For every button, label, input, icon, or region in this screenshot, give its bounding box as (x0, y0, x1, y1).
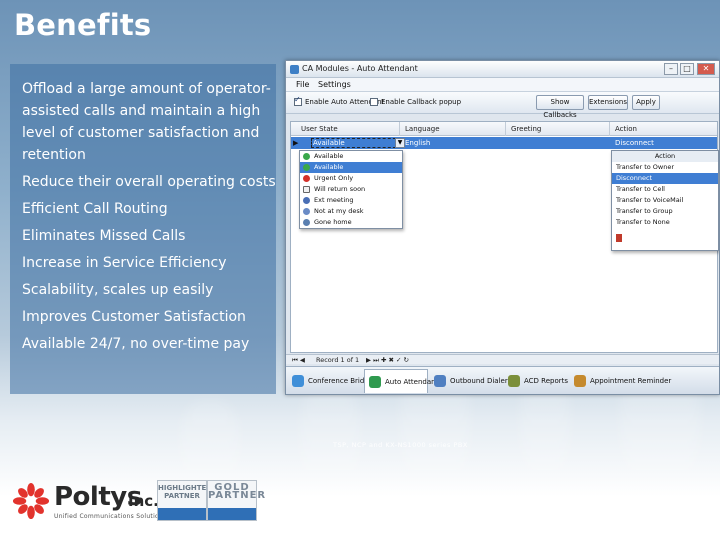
window-titlebar: CA Modules - Auto Attendant – □ ✕ (286, 61, 719, 78)
tab-label: Outbound Dialer (450, 377, 508, 385)
bullet-item: Reduce their overall operating costs (22, 174, 276, 190)
window-title: CA Modules - Auto Attendant (302, 64, 418, 73)
dropdown-item[interactable]: Gone home (300, 217, 402, 228)
conference-icon (292, 375, 304, 387)
column-header[interactable]: User State (301, 125, 338, 133)
available-icon (303, 153, 310, 160)
record-count: Record 1 of 1 (316, 356, 360, 364)
dropdown-item[interactable]: Not at my desk (300, 206, 402, 217)
tab-label: ACD Reports (524, 377, 569, 385)
dropdown-item[interactable]: Available (300, 162, 402, 173)
poltys-logo: Poltys Inc. Unified Communications Solut… (10, 480, 166, 524)
maximize-button[interactable]: □ (680, 63, 694, 75)
desk-icon (303, 208, 310, 215)
item-label: Available (314, 163, 344, 171)
badge-label: GOLD PARTNER (208, 482, 267, 501)
menu-settings[interactable]: Settings (318, 80, 351, 89)
bullet-item: Scalability, scales up easily (22, 282, 214, 298)
tab-label: Appointment Reminder (590, 377, 672, 385)
dropdown-item[interactable]: Transfer to VoiceMail (612, 195, 718, 206)
item-label: Urgent Only (314, 174, 354, 182)
bullet-item: Available 24/7, no over-time pay (22, 336, 250, 352)
badge-strip (208, 508, 256, 520)
delete-icon[interactable] (616, 234, 622, 242)
gold-partner-badge: GOLD PARTNER (207, 480, 267, 521)
toolbar: Enable Auto Attendant Enable Callback po… (286, 92, 719, 119)
flower-logo-icon (12, 482, 50, 520)
urgent-icon (303, 175, 310, 182)
row-action: Disconnect (615, 139, 654, 147)
minimize-button[interactable]: – (664, 63, 678, 75)
app-window: CA Modules - Auto Attendant – □ ✕ File S… (285, 60, 720, 395)
chevron-down-icon[interactable]: ▼ (395, 138, 405, 148)
apply-button[interactable]: Apply (632, 95, 660, 110)
dropdown-header: Action (612, 151, 718, 162)
show-callbacks-button[interactable]: Show Callbacks (536, 95, 584, 119)
close-button[interactable]: ✕ (697, 63, 715, 75)
bullet-item: Eliminates Missed Calls (22, 228, 186, 244)
enable-callback-checkbox[interactable] (370, 98, 378, 106)
dialer-icon (434, 375, 446, 387)
meeting-icon (303, 197, 310, 204)
enable-callback-label: Enable Callback popup (381, 98, 462, 106)
nav-next-icon[interactable]: ▶ ⏭ ✚ ✖ ✓ ↻ (366, 356, 409, 365)
bullet-item: Increase in Service Efficiency (22, 255, 227, 271)
badge-strip (158, 508, 206, 520)
states-grid: User State Language Greeting Action Avai… (290, 121, 719, 353)
tab-conference-bridge[interactable]: Conference Bridge (288, 369, 373, 393)
tab-auto-attendant[interactable]: Auto Attendant (364, 369, 438, 393)
dropdown-item[interactable]: Transfer to Group (612, 206, 718, 217)
phone-icon (369, 376, 381, 388)
state-combobox[interactable] (311, 138, 401, 148)
dropdown-item[interactable]: Transfer to Cell (612, 184, 718, 195)
dropdown-item[interactable]: Disconnect (612, 173, 718, 184)
grid-header: User State Language Greeting Action (291, 122, 717, 136)
badge-label: HIGHLIGHTED PARTNER (158, 484, 213, 500)
dropdown-item[interactable]: Urgent Only (300, 173, 402, 184)
item-label: Ext meeting (314, 196, 354, 204)
report-icon (508, 375, 520, 387)
tab-appointment-reminder[interactable]: Appointment Reminder (570, 369, 719, 393)
highlighted-partner-badge: HIGHLIGHTED PARTNER (157, 480, 213, 521)
record-navigator: ⏮ ◀ Record 1 of 1 ▶ ⏭ ✚ ✖ ✓ ↻ (286, 354, 719, 364)
item-label: Not at my desk (314, 207, 364, 215)
dropdown-item[interactable]: Ext meeting (300, 195, 402, 206)
bullet-item: Improves Customer Satisfaction (22, 309, 246, 325)
item-label: Available (314, 152, 344, 160)
clock-icon (303, 186, 310, 193)
module-tabs: Conference Bridge Auto Attendant Outboun… (286, 366, 719, 394)
slide-title: Benefits (14, 8, 152, 42)
column-header[interactable]: Greeting (511, 125, 541, 133)
column-header[interactable]: Action (615, 125, 637, 133)
tab-acd-reports[interactable]: ACD Reports (504, 369, 568, 393)
dropdown-item[interactable]: Will return soon (300, 184, 402, 195)
app-icon (290, 65, 299, 74)
menu-file[interactable]: File (296, 80, 309, 89)
bullet-list: Offload a large amount of operator-assis… (22, 78, 278, 360)
item-label: Gone home (314, 218, 352, 226)
nav-first-icon[interactable]: ⏮ ◀ (292, 356, 305, 365)
menu-bar: File Settings (286, 78, 719, 92)
extensions-button[interactable]: Extensions (588, 95, 628, 110)
state-dropdown: Available Available Urgent Only Will ret… (299, 150, 403, 229)
company-suffix: Inc. (128, 492, 159, 510)
item-label: Will return soon (314, 185, 366, 193)
action-dropdown: Action Transfer to Owner Disconnect Tran… (611, 150, 719, 251)
row-language: English (405, 139, 431, 147)
tab-outbound-dialer[interactable]: Outbound Dialer (430, 369, 508, 393)
dropdown-item[interactable]: Transfer to Owner (612, 162, 718, 173)
bullet-item: Offload a large amount of operator-assis… (22, 81, 271, 163)
company-tagline: Unified Communications Solutions (54, 513, 167, 520)
dropdown-item[interactable] (612, 228, 718, 250)
bullet-item: Efficient Call Routing (22, 201, 168, 217)
calendar-icon (574, 375, 586, 387)
dropdown-item[interactable]: Transfer to None (612, 217, 718, 228)
enable-auto-attendant-checkbox[interactable] (294, 95, 302, 106)
available-icon (303, 164, 310, 171)
dropdown-item[interactable]: Available (300, 151, 402, 162)
home-icon (303, 219, 310, 226)
column-header[interactable]: Language (405, 125, 440, 133)
pbx-caption: TSP, NCP and KX-NS1000 series PBX (333, 441, 468, 449)
row-pointer-icon: ▶ (293, 139, 299, 147)
